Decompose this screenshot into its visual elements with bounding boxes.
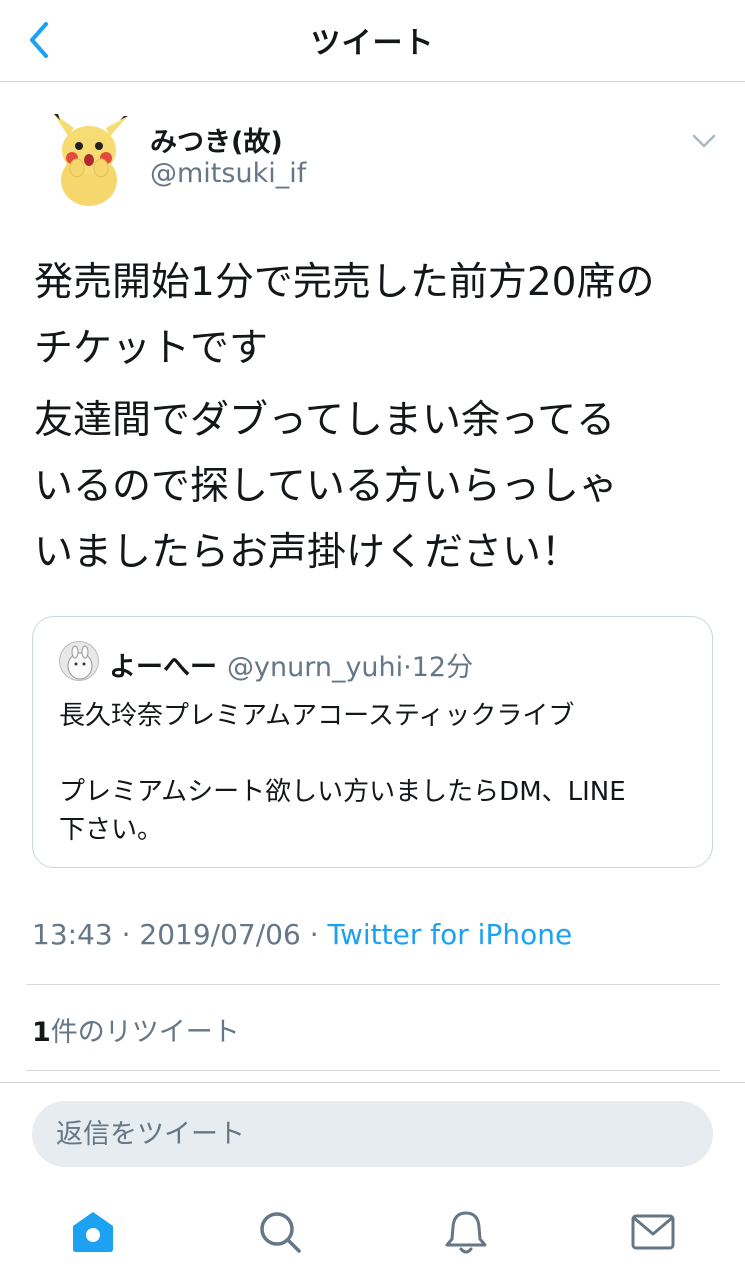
tweet-author[interactable]: みつき(故) @mitsuki_if [0, 100, 745, 220]
tweet-time: 13:43 [32, 918, 113, 951]
top-navigation-bar: ツイート [0, 0, 745, 82]
page-title: ツイート [310, 26, 435, 61]
quoted-tweet-text: 長久玲奈プレミアムアコースティックライブ プレミアムシート欲しい方いましたらDM… [59, 701, 626, 845]
retweet-stats[interactable]: 1件のリツイート [32, 1010, 240, 1049]
bottom-bar [0, 1082, 745, 1280]
tweet-date: 2019/07/06 [139, 918, 301, 951]
meta-separator: · [121, 918, 140, 951]
divider [26, 984, 720, 985]
quoted-time: 12分 [411, 652, 474, 683]
quoted-separator: · [403, 652, 412, 683]
reply-input[interactable] [32, 1101, 713, 1167]
tweet-metadata: 13:43 · 2019/07/06 · Twitter for iPhone [32, 918, 572, 951]
notifications-icon[interactable] [441, 1207, 491, 1257]
quoted-tweet-card[interactable]: よーへー @ynurn_yuhi·12分 長久玲奈プレミアムアコースティックライブ… [32, 616, 713, 868]
tweet-text-paragraph: 友達間でダブってしまい余ってる いるので探している方いらっしゃ いましたらお声掛… [34, 398, 618, 575]
messages-icon[interactable] [628, 1207, 678, 1257]
retweet-count: 1 [32, 1017, 51, 1048]
tweet-source-link[interactable]: Twitter for iPhone [328, 918, 573, 951]
author-handle[interactable]: @mitsuki_if [150, 158, 306, 189]
meta-separator: · [309, 918, 328, 951]
chevron-down-icon[interactable] [688, 128, 720, 152]
quoted-author-name: よーへー [109, 652, 217, 683]
quoted-tweet-header: よーへー @ynurn_yuhi·12分 [109, 645, 473, 684]
divider [26, 1070, 720, 1071]
search-icon[interactable] [255, 1207, 305, 1257]
author-name[interactable]: みつき(故) [150, 120, 283, 159]
quoted-avatar [59, 641, 99, 681]
tweet-text-paragraph: 発売開始1分で完売した前方20席の チケットです [34, 260, 655, 371]
retweet-label: 件のリツイート [50, 1017, 240, 1048]
home-icon[interactable] [68, 1207, 118, 1257]
quoted-author-handle: @ynurn_yuhi [227, 652, 404, 683]
avatar[interactable] [44, 108, 134, 208]
